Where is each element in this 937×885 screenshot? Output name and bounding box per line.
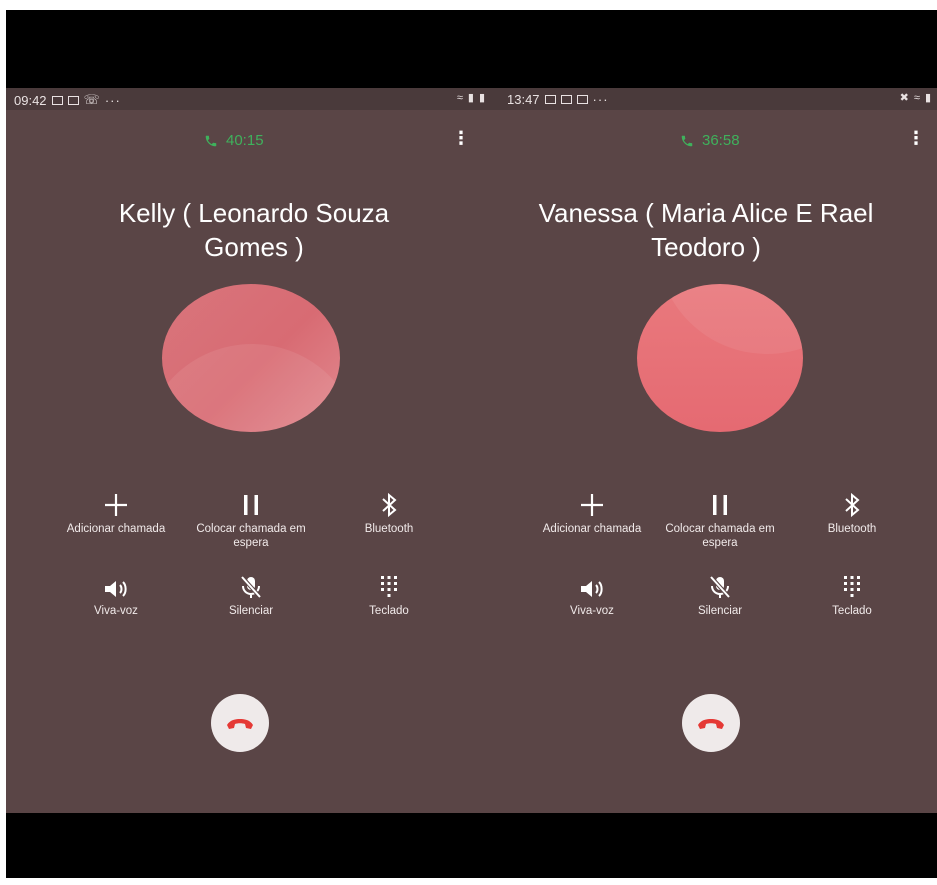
gallery-icon [544, 95, 556, 104]
hold-call-button[interactable]: Colocar chamada em espera [186, 486, 316, 550]
plus-icon [581, 494, 603, 516]
screenshot-frame: 09:42 ☏ ··· ≈ ▮ ▮ 40:15 ⋮ Kelly ( Leonar… [0, 0, 937, 885]
gallery-icon [560, 95, 572, 104]
calendar-icon [67, 95, 79, 105]
caller-name: Kelly ( Leonardo Souza Gomes ) [118, 198, 390, 262]
calendar-icon [576, 95, 588, 104]
call-timer-text: 36:58 [702, 132, 740, 149]
pause-icon [713, 495, 727, 515]
more-vert-icon[interactable]: ⋮ [452, 128, 470, 149]
call-end-icon [698, 719, 724, 729]
bluetooth-icon [845, 492, 860, 518]
mute-button[interactable]: Silenciar [655, 568, 785, 618]
mute-label: Silenciar [228, 605, 274, 617]
dialpad-icon [381, 576, 397, 597]
speaker-icon [105, 581, 127, 597]
hold-call-button[interactable]: Colocar chamada em espera [655, 486, 785, 550]
keypad-label: Teclado [832, 605, 872, 617]
bluetooth-label: Bluetooth [364, 523, 414, 535]
wifi-icon: ≈ [913, 91, 920, 104]
wifi-icon: ≈ [456, 91, 463, 104]
signal-icon: ▮ [924, 92, 931, 104]
speaker-label: Viva-voz [570, 605, 614, 617]
plus-icon [105, 494, 127, 516]
mute-button[interactable]: Silenciar [186, 568, 316, 618]
status-time: 09:42 [14, 92, 47, 108]
whatsapp-icon: ☏ [83, 92, 100, 107]
phone-icon [205, 135, 217, 146]
hold-call-label: Colocar chamada em espera [665, 523, 775, 549]
speaker-button[interactable]: Viva-voz [527, 568, 657, 618]
caller-name: Vanessa ( Maria Alice E Rael Teodoro ) [538, 198, 874, 262]
bottom-letterbox [6, 813, 937, 878]
call-screen-left: 09:42 ☏ ··· ≈ ▮ ▮ 40:15 ⋮ Kelly ( Leonar… [6, 88, 491, 813]
keypad-button[interactable]: Teclado [324, 568, 454, 618]
top-letterbox [6, 10, 937, 88]
signal-icon: ▮ [467, 92, 474, 104]
call-timer: 36:58 [680, 132, 740, 149]
more-notifications-icon: ··· [104, 92, 121, 108]
status-time: 13:47 [507, 92, 540, 107]
status-bar: 13:47 ··· ✖ ≈ ▮ [491, 88, 937, 110]
bluetooth-button[interactable]: Bluetooth [324, 486, 454, 536]
mic-off-icon [240, 575, 262, 599]
add-call-button[interactable]: Adicionar chamada [527, 486, 657, 536]
gallery-icon [51, 95, 63, 105]
call-end-icon [227, 719, 253, 729]
mute-label: Silenciar [697, 605, 743, 617]
keypad-button[interactable]: Teclado [787, 568, 917, 618]
mic-off-icon [709, 575, 731, 599]
call-screen-right: 13:47 ··· ✖ ≈ ▮ 36:58 ⋮ Vanessa ( Maria … [491, 88, 937, 813]
speaker-icon [581, 581, 603, 597]
more-notifications-icon: ··· [592, 92, 609, 107]
add-call-label: Adicionar chamada [66, 523, 166, 535]
end-call-button[interactable] [682, 694, 740, 752]
bluetooth-icon [382, 492, 397, 518]
contact-avatar [162, 284, 340, 432]
contact-avatar [637, 284, 803, 432]
status-bar: 09:42 ☏ ··· ≈ ▮ ▮ [6, 88, 491, 110]
add-call-button[interactable]: Adicionar chamada [51, 486, 181, 536]
phone-icon [681, 135, 693, 146]
speaker-button[interactable]: Viva-voz [51, 568, 181, 618]
dialpad-icon [844, 576, 860, 597]
add-call-label: Adicionar chamada [542, 523, 642, 535]
bluetooth-button[interactable]: Bluetooth [787, 486, 917, 536]
speaker-label: Viva-voz [94, 605, 138, 617]
hold-call-label: Colocar chamada em espera [196, 523, 306, 549]
end-call-button[interactable] [211, 694, 269, 752]
pause-icon [244, 495, 258, 515]
mute-status-icon: ✖ [899, 92, 909, 104]
more-vert-icon[interactable]: ⋮ [907, 128, 925, 149]
call-timer: 40:15 [204, 132, 264, 149]
battery-icon: ▮ [478, 92, 485, 104]
keypad-label: Teclado [369, 605, 409, 617]
bluetooth-label: Bluetooth [827, 523, 877, 535]
call-timer-text: 40:15 [226, 132, 264, 149]
